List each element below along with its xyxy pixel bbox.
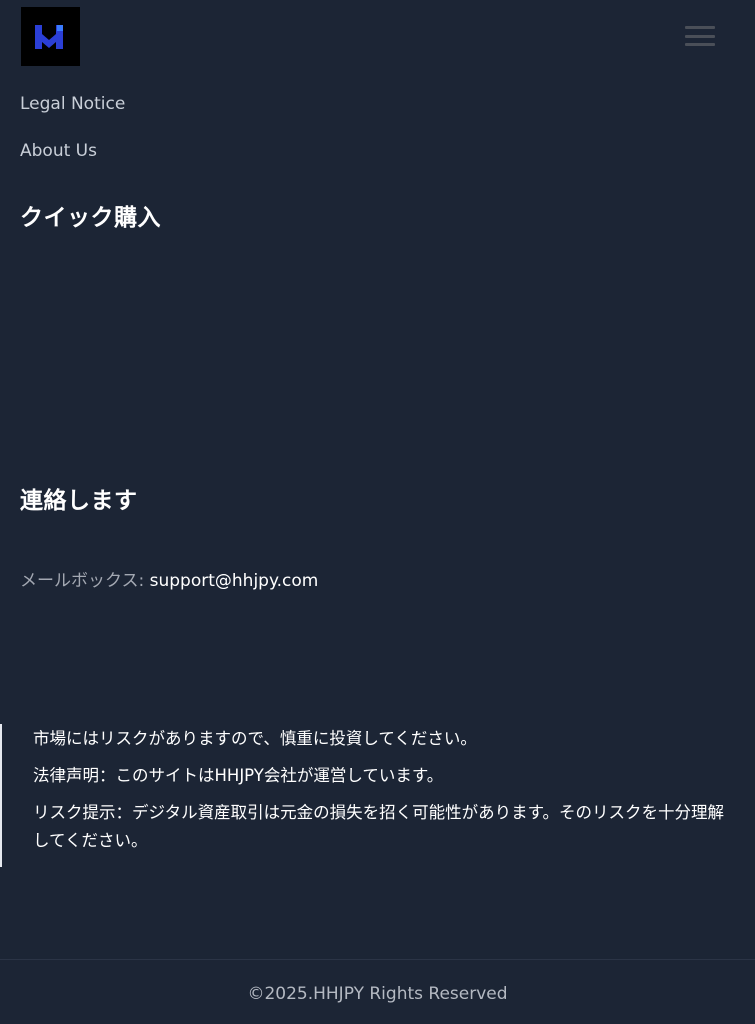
mailbox-label: メールボックス: [20,571,150,591]
menu-line [685,43,715,46]
hhjpy-logo-icon [34,24,63,49]
legal-statement-text: 法律声明：このサイトはHHJPY会社が運営しています。 [33,766,444,785]
contact-title: 連絡します [20,488,138,514]
risk-disclosure-text: リスク提示：デジタル資産取引は元金の損失を招く可能性があります。そのリスクを十分… [33,803,725,850]
about-us-link[interactable]: About Us [20,141,97,161]
legal-notice-link[interactable]: Legal Notice [20,94,125,114]
menu-line [685,26,715,29]
copyright-text: ©2025.HHJPY Rights Reserved [247,984,508,1004]
site-header [0,0,755,70]
hamburger-menu-icon[interactable] [683,24,717,48]
support-email-link[interactable]: support@hhjpy.com [150,571,319,591]
site-logo[interactable] [21,7,80,66]
mailbox-row: メールボックス: support@hhjpy.com [20,566,318,591]
menu-line [685,34,715,38]
quick-purchase-title: クイック購入 [20,205,161,231]
footer-divider [0,959,755,960]
risk-warning-text: 市場にはリスクがありますので、慎重に投資してください。 [33,729,477,748]
risk-notice: 市場にはリスクがありますので、慎重に投資してください。 法律声明：このサイトはH… [0,724,755,867]
